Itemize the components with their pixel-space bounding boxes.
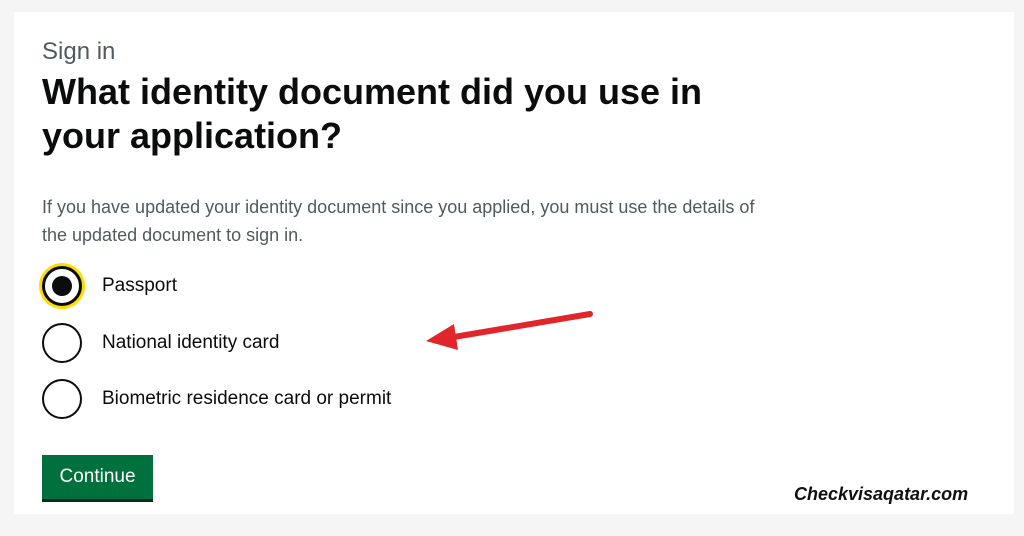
radio-option-biometric-residence-card[interactable]: Biometric residence card or permit bbox=[42, 377, 391, 421]
hint-text: If you have updated your identity docume… bbox=[42, 197, 755, 245]
radio-button[interactable] bbox=[42, 323, 82, 363]
radio-label-national-identity-card[interactable]: National identity card bbox=[102, 332, 279, 354]
radio-button[interactable] bbox=[42, 379, 82, 419]
continue-button[interactable]: Continue bbox=[42, 455, 153, 499]
red-arrow-icon bbox=[426, 311, 593, 350]
radio-option-passport[interactable]: Passport bbox=[42, 264, 177, 308]
radio-label-passport[interactable]: Passport bbox=[102, 275, 177, 297]
radio-button-checked[interactable] bbox=[42, 266, 82, 306]
radio-label-biometric-residence-card[interactable]: Biometric residence card or permit bbox=[102, 388, 391, 410]
radio-option-national-identity-card[interactable]: National identity card bbox=[42, 321, 279, 365]
site-watermark: Checkvisaqatar.com bbox=[794, 484, 969, 504]
page-caption: Sign in bbox=[42, 38, 116, 65]
page-title: What identity document did you use in yo… bbox=[42, 71, 703, 156]
radio-dot bbox=[52, 276, 72, 296]
